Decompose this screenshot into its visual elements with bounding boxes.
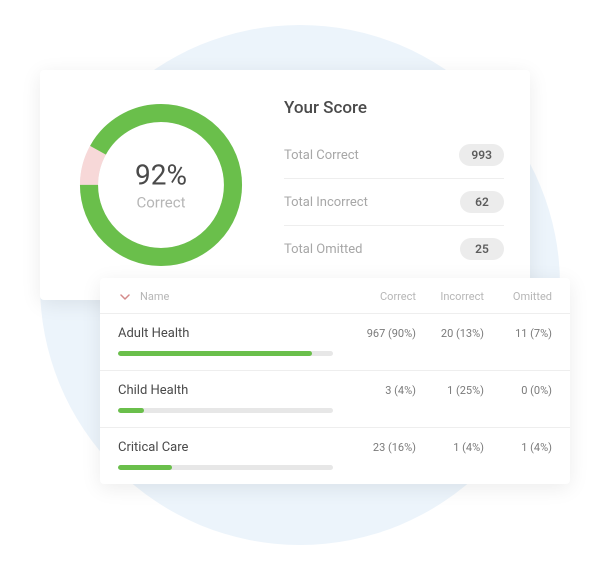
stat-label: Total Correct — [284, 148, 359, 163]
stat-row: Total Incorrect 62 — [284, 179, 504, 226]
stat-label: Total Incorrect — [284, 195, 368, 210]
score-percent: 92% — [135, 159, 187, 192]
progress-bar — [118, 351, 333, 356]
row-omitted: 11 (7%) — [484, 327, 552, 340]
row-incorrect: 1 (25%) — [416, 384, 484, 397]
header-name[interactable]: Name — [140, 290, 348, 303]
progress-bar-fill — [118, 408, 144, 413]
row-name: Child Health — [118, 383, 348, 398]
score-card: 92% Correct Your Score Total Correct993T… — [40, 70, 530, 300]
row-incorrect: 1 (4%) — [416, 441, 484, 454]
table-row: Adult Health967 (90%)20 (13%)11 (7%) — [100, 313, 570, 370]
row-correct: 23 (16%) — [348, 441, 416, 454]
progress-bar-fill — [118, 351, 312, 356]
row-correct: 967 (90%) — [348, 327, 416, 340]
progress-bar-fill — [118, 465, 172, 470]
score-info: Your Score Total Correct 993 Total Incorre… — [256, 98, 504, 272]
score-donut-chart: 92% Correct — [66, 90, 256, 280]
row-omitted: 0 (0%) — [484, 384, 552, 397]
table-row: Critical Care23 (16%)1 (4%)1 (4%) — [100, 427, 570, 484]
stat-value-pill: 25 — [460, 238, 504, 260]
row-incorrect: 20 (13%) — [416, 327, 484, 340]
progress-bar — [118, 408, 333, 413]
stat-row: Total Correct 993 — [284, 132, 504, 179]
category-table-card: Name Correct Incorrect Omitted Adult Hea… — [100, 278, 570, 484]
row-correct: 3 (4%) — [348, 384, 416, 397]
header-incorrect[interactable]: Incorrect — [416, 290, 484, 303]
progress-bar — [118, 465, 333, 470]
header-omitted[interactable]: Omitted — [484, 290, 552, 303]
table-header-row: Name Correct Incorrect Omitted — [100, 278, 570, 313]
header-correct[interactable]: Correct — [348, 290, 416, 303]
score-percent-label: Correct — [135, 194, 187, 212]
row-omitted: 1 (4%) — [484, 441, 552, 454]
score-title: Your Score — [284, 98, 504, 118]
stat-value-pill: 62 — [460, 191, 504, 213]
table-row: Child Health3 (4%)1 (25%)0 (0%) — [100, 370, 570, 427]
stat-label: Total Omitted — [284, 242, 363, 257]
row-name: Adult Health — [118, 326, 348, 341]
stat-row: Total Omitted 25 — [284, 226, 504, 272]
row-name: Critical Care — [118, 440, 348, 455]
stat-value-pill: 993 — [459, 144, 504, 166]
chevron-down-icon[interactable] — [118, 292, 132, 302]
